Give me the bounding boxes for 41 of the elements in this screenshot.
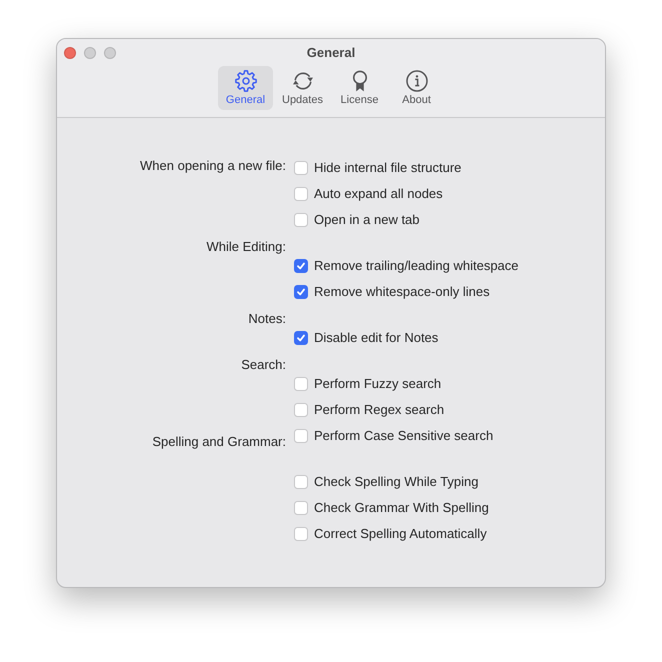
checkbox[interactable] (294, 285, 308, 299)
circular-arrows-icon (292, 70, 314, 92)
toolbar-tab[interactable]: Updates (275, 66, 330, 110)
checkbox-label[interactable]: Hide internal file structure (314, 160, 462, 176)
checkbox[interactable] (294, 403, 308, 417)
section-label: While Editing: (206, 239, 286, 254)
checkbox[interactable] (294, 501, 308, 515)
checkbox-label[interactable]: Remove trailing/leading whitespace (314, 258, 519, 274)
section-label: Search: (241, 357, 286, 372)
checkmark-icon (296, 287, 306, 297)
checkmark-icon (296, 333, 306, 343)
checkbox-label[interactable]: Perform Regex search (314, 402, 444, 418)
checkbox[interactable] (294, 377, 308, 391)
checkbox-label[interactable]: Remove whitespace-only lines (314, 284, 490, 300)
gear-icon (234, 70, 256, 92)
checkbox-label[interactable]: Disable edit for Notes (314, 330, 438, 346)
checkbox[interactable] (294, 331, 308, 345)
section-label: Notes: (248, 311, 286, 326)
info-icon (406, 70, 428, 92)
checkbox-label[interactable]: Perform Case Sensitive search (314, 428, 494, 444)
checkbox[interactable] (294, 475, 308, 489)
checkbox-label[interactable]: Correct Spelling Automatically (314, 526, 487, 542)
toolbar-tab[interactable]: License (332, 66, 387, 110)
checkbox[interactable] (294, 527, 308, 541)
close-button[interactable] (64, 46, 76, 58)
checkbox-label[interactable]: Open in a new tab (314, 212, 420, 228)
toolbar-tab[interactable]: About (389, 66, 444, 110)
checkbox-label[interactable]: Check Grammar With Spelling (314, 500, 489, 516)
section-label: When opening a new file: (140, 158, 286, 173)
checkbox-label[interactable]: Auto expand all nodes (314, 186, 443, 202)
checkbox[interactable] (294, 161, 308, 175)
checkbox[interactable] (294, 429, 308, 443)
window-title: General (306, 45, 356, 60)
checkbox[interactable] (294, 213, 308, 227)
checkbox[interactable] (294, 187, 308, 201)
checkmark-icon (296, 261, 306, 271)
checkbox[interactable] (294, 259, 308, 273)
checkbox-label[interactable]: Perform Fuzzy search (314, 376, 442, 392)
section-label: Spelling and Grammar: (152, 434, 286, 449)
checkbox-label[interactable]: Check Spelling While Typing (314, 474, 479, 490)
toolbar-tab[interactable]: General (218, 66, 273, 110)
